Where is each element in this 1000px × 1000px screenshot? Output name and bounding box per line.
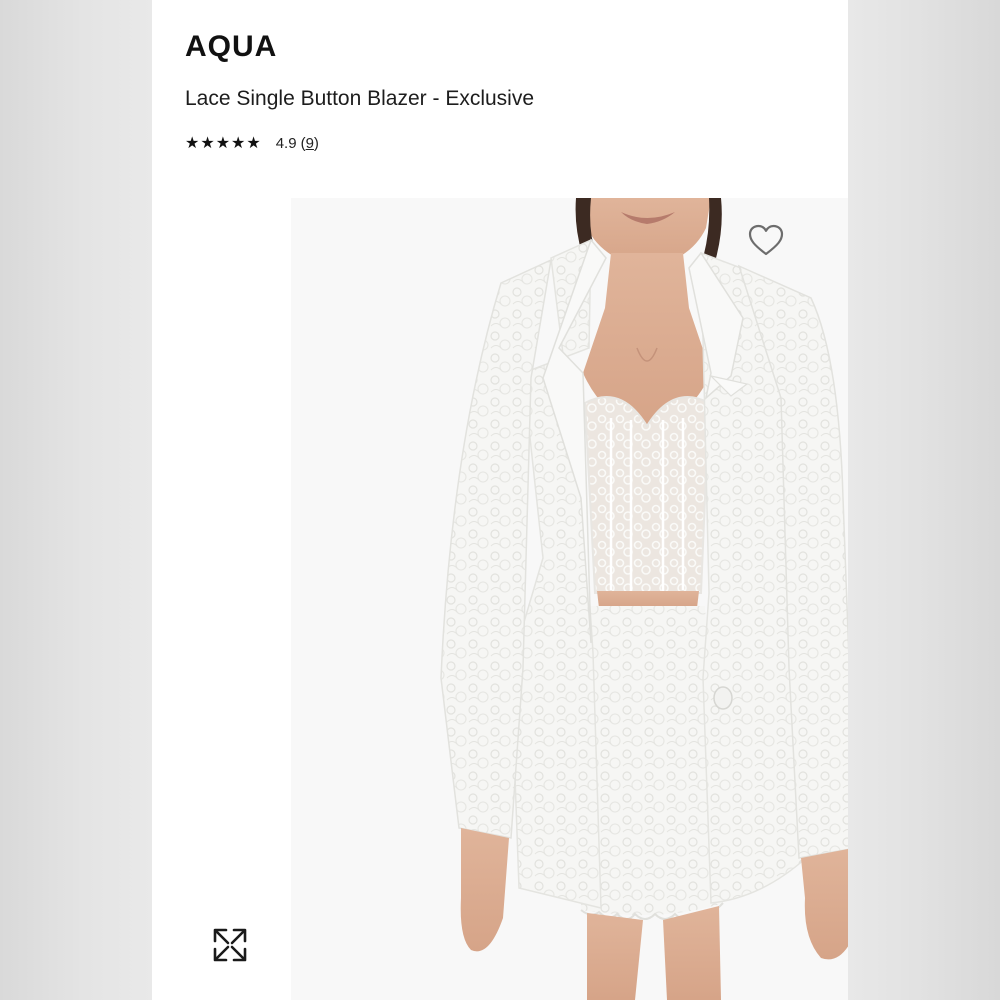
expand-arrows-icon[interactable]: [210, 925, 250, 965]
right-backdrop: [848, 0, 1000, 1000]
left-backdrop: [0, 0, 152, 1000]
rating-score: 4.9: [275, 134, 297, 152]
review-count-link[interactable]: 9: [306, 135, 314, 152]
review-count[interactable]: (9): [301, 135, 319, 152]
product-image[interactable]: [291, 198, 848, 1000]
brand-name[interactable]: AQUA: [185, 30, 277, 64]
model-illustration: [291, 198, 848, 1000]
review-count-close: ): [313, 134, 319, 152]
product-card: AQUA Lace Single Button Blazer - Exclusi…: [152, 0, 848, 1000]
star-rating-icon: ★★★★★: [185, 135, 262, 152]
wishlist-heart-icon[interactable]: [747, 223, 785, 259]
product-title: Lace Single Button Blazer - Exclusive: [185, 87, 535, 110]
rating-row: ★★★★★ 4.9 (9): [185, 133, 319, 153]
